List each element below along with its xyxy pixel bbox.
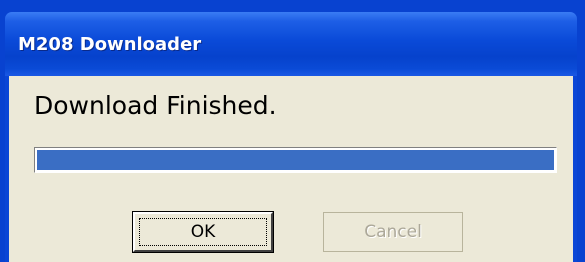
progress-bar-fill	[37, 150, 554, 170]
progress-bar	[34, 147, 557, 173]
ok-button[interactable]: OK	[133, 212, 273, 252]
cancel-button: Cancel	[323, 212, 463, 252]
cancel-button-label: Cancel	[364, 222, 422, 242]
status-message: Download Finished.	[34, 91, 277, 120]
dialog-window: M208 Downloader Download Finished. OK Ca…	[5, 12, 577, 262]
focus-rectangle	[139, 218, 267, 246]
window-title: M208 Downloader	[18, 34, 202, 55]
desktop-frame: M208 Downloader Download Finished. OK Ca…	[0, 0, 585, 262]
title-bar[interactable]: M208 Downloader	[5, 12, 577, 76]
dialog-body: Download Finished. OK Cancel	[9, 76, 573, 262]
